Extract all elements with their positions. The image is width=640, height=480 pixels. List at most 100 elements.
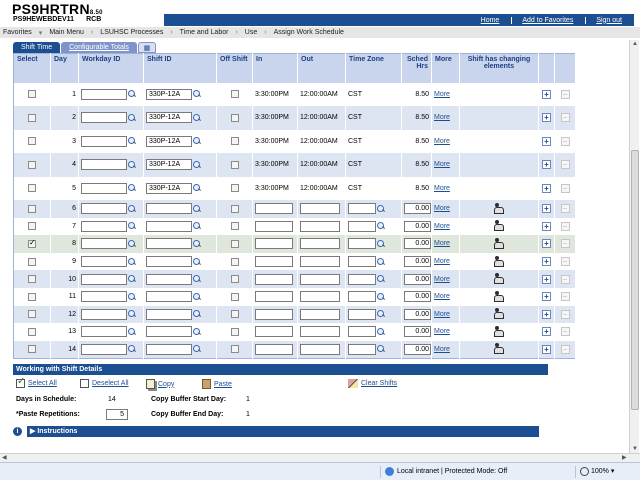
time-zone-input[interactable] [348, 203, 376, 215]
workday-lookup-icon[interactable] [128, 90, 136, 98]
clear-shifts-action[interactable]: Clear Shifts [348, 379, 397, 388]
add-row-icon[interactable]: + [542, 204, 551, 214]
shift-elements-icon[interactable] [494, 273, 504, 285]
shift-lookup-icon[interactable] [193, 90, 201, 98]
more-link[interactable]: More [434, 114, 450, 121]
out-time-input[interactable] [300, 343, 340, 355]
instructions-section[interactable]: i ▶ Instructions [13, 426, 539, 437]
add-row-icon[interactable]: + [542, 327, 551, 337]
add-row-icon[interactable]: + [542, 136, 551, 146]
shift-lookup-icon[interactable] [193, 137, 201, 145]
tab-shift-time[interactable]: Shift Time [13, 42, 61, 53]
time-zone-lookup-icon[interactable] [377, 345, 385, 353]
workday-lookup-icon[interactable] [128, 137, 136, 145]
tab-configurable-totals[interactable]: Configurable Totals [61, 42, 137, 53]
sched-hrs-input[interactable]: 0.00 [404, 273, 431, 285]
in-time-input[interactable] [255, 343, 293, 355]
shift-lookup-icon[interactable] [193, 184, 201, 192]
breadcrumb-main-menu[interactable]: Main Menu [46, 29, 87, 36]
more-link[interactable]: More [434, 276, 450, 283]
more-link[interactable]: More [434, 240, 450, 247]
delete-row-icon[interactable]: − [560, 327, 570, 337]
shift-id-input[interactable] [146, 326, 192, 338]
row-select-checkbox[interactable] [28, 327, 36, 336]
row-select-checkbox[interactable] [28, 90, 36, 99]
scroll-up-icon[interactable]: ▲ [631, 40, 639, 48]
paste-action[interactable]: Paste [202, 379, 232, 389]
shift-lookup-icon[interactable] [193, 327, 201, 336]
breadcrumb-time-and-labor[interactable]: Time and Labor [177, 29, 232, 36]
delete-row-icon[interactable]: − [560, 89, 570, 99]
workday-lookup-icon[interactable] [128, 239, 136, 248]
workday-id-input[interactable] [81, 135, 127, 147]
add-row-icon[interactable]: + [542, 160, 551, 170]
add-row-icon[interactable]: + [542, 89, 551, 99]
shift-lookup-icon[interactable] [193, 345, 201, 353]
workday-lookup-icon[interactable] [128, 310, 136, 318]
workday-lookup-icon[interactable] [128, 292, 136, 301]
workday-lookup-icon[interactable] [128, 257, 136, 266]
workday-id-input[interactable] [81, 220, 127, 232]
shift-lookup-icon[interactable] [193, 292, 201, 301]
row-select-checkbox[interactable] [28, 160, 36, 169]
in-time-input[interactable] [255, 273, 293, 285]
sched-hrs-input[interactable]: 0.00 [404, 343, 431, 355]
delete-row-icon[interactable]: − [560, 113, 570, 123]
workday-id-input[interactable] [81, 273, 127, 285]
add-row-icon[interactable]: + [542, 239, 551, 249]
workday-lookup-icon[interactable] [128, 113, 136, 122]
add-row-icon[interactable]: + [542, 257, 551, 267]
more-link[interactable]: More [434, 205, 450, 212]
in-time-input[interactable] [255, 203, 293, 215]
more-link[interactable]: More [434, 293, 450, 300]
deselect-all-link[interactable]: Deselect All [92, 380, 129, 387]
shift-id-input[interactable] [146, 256, 192, 268]
in-time-input[interactable] [255, 326, 293, 338]
workday-lookup-icon[interactable] [128, 345, 136, 353]
out-time-input[interactable] [300, 256, 340, 268]
off-shift-checkbox[interactable] [230, 222, 239, 231]
time-zone-lookup-icon[interactable] [377, 222, 385, 230]
more-link[interactable]: More [434, 91, 450, 98]
paste-repetitions-input[interactable]: 5 [106, 409, 128, 420]
delete-row-icon[interactable]: − [560, 257, 570, 267]
delete-row-icon[interactable]: − [560, 309, 570, 319]
out-time-input[interactable] [300, 273, 340, 285]
shift-elements-icon[interactable] [494, 255, 504, 267]
in-time-input[interactable] [255, 220, 293, 232]
workday-lookup-icon[interactable] [128, 222, 136, 230]
workday-id-input[interactable] [81, 343, 127, 355]
time-zone-lookup-icon[interactable] [377, 327, 385, 336]
zoom-control[interactable]: 100% ▾ [575, 466, 625, 478]
off-shift-checkbox[interactable] [230, 345, 239, 354]
delete-row-icon[interactable]: − [560, 292, 570, 302]
in-time-input[interactable] [255, 291, 293, 303]
off-shift-checkbox[interactable] [230, 327, 239, 336]
more-link[interactable]: More [434, 346, 450, 353]
workday-id-input[interactable] [81, 238, 127, 250]
delete-row-icon[interactable]: − [560, 274, 570, 284]
add-row-icon[interactable]: + [542, 292, 551, 302]
off-shift-checkbox[interactable] [230, 204, 239, 213]
shift-lookup-icon[interactable] [193, 204, 201, 213]
workday-id-input[interactable] [81, 182, 127, 194]
sched-hrs-input[interactable]: 0.00 [404, 238, 431, 250]
horizontal-scrollbar[interactable]: ◀ ▶ [0, 453, 640, 462]
row-select-checkbox[interactable] [28, 257, 36, 266]
workday-id-input[interactable] [81, 159, 127, 171]
breadcrumb-favorites[interactable]: Favorites [0, 29, 35, 36]
shift-id-input[interactable] [146, 238, 192, 250]
row-select-checkbox[interactable] [28, 222, 36, 231]
in-time-input[interactable] [255, 308, 293, 320]
shift-elements-icon[interactable] [494, 290, 504, 302]
shift-lookup-icon[interactable] [193, 160, 201, 169]
row-select-checkbox[interactable] [28, 238, 36, 248]
shift-elements-icon[interactable] [494, 237, 504, 249]
time-zone-input[interactable] [348, 343, 376, 355]
shift-elements-icon[interactable] [494, 343, 504, 355]
in-time-input[interactable] [255, 238, 293, 250]
home-link[interactable]: Home [471, 17, 510, 24]
add-to-favorites-link[interactable]: Add to Favorites [511, 16, 583, 24]
shift-lookup-icon[interactable] [193, 113, 201, 122]
time-zone-input[interactable] [348, 308, 376, 320]
